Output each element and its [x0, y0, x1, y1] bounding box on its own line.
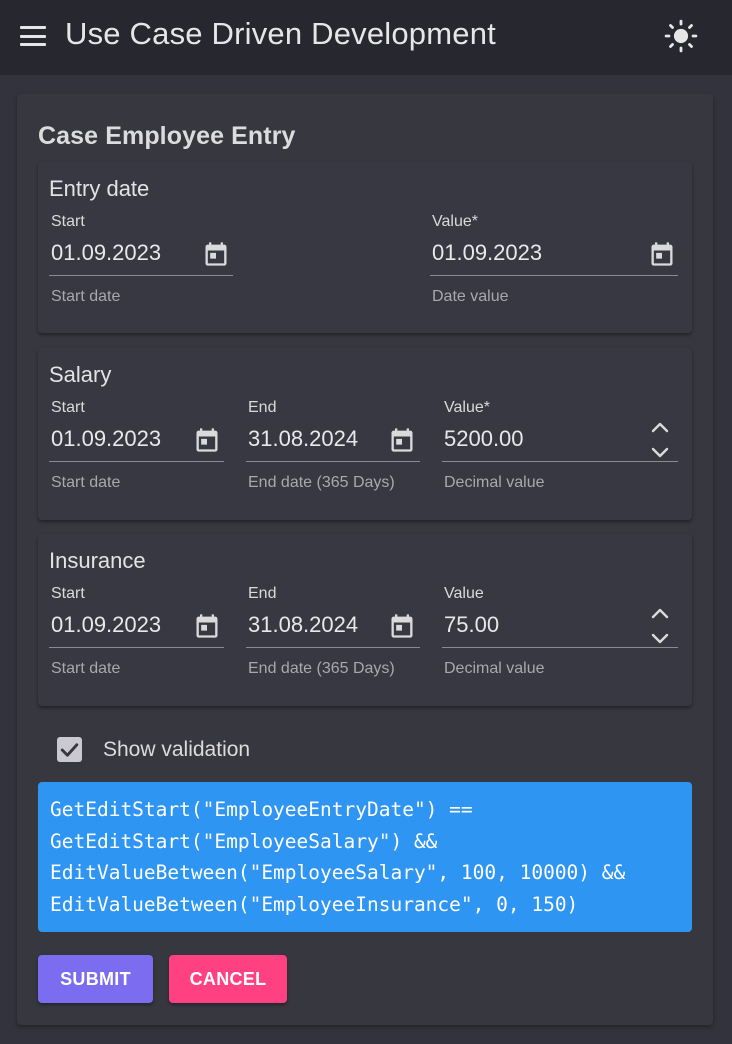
calendar-icon[interactable]: [388, 426, 416, 454]
calendar-icon[interactable]: [193, 426, 221, 454]
field-helper: Date value: [432, 288, 509, 305]
app-title: Use Case Driven Development: [65, 16, 496, 51]
insurance-value-field[interactable]: Value 75.00 Decimal value: [442, 585, 678, 685]
insurance-end-field[interactable]: End 31.08.2024 End date (365 Days): [246, 585, 420, 685]
field-value[interactable]: 31.08.2024: [248, 426, 358, 452]
cancel-button[interactable]: CANCEL: [169, 955, 287, 1003]
field-value[interactable]: 01.09.2023: [51, 612, 161, 638]
code-line: EditValueBetween("EmployeeInsurance", 0,…: [50, 892, 579, 916]
menu-icon[interactable]: [18, 22, 48, 50]
field-helper: Start date: [51, 288, 121, 305]
validation-expression-box: GetEditStart("EmployeeEntryDate") == Get…: [38, 782, 692, 932]
field-underline: [430, 275, 678, 276]
field-value[interactable]: 75.00: [444, 612, 499, 638]
code-line: EditValueBetween("EmployeeSalary", 100, …: [50, 861, 626, 884]
calendar-icon[interactable]: [202, 240, 230, 268]
section-title: Insurance: [49, 548, 146, 573]
calendar-icon[interactable]: [388, 612, 416, 640]
app-bar: Use Case Driven Development: [0, 0, 732, 75]
field-helper: Decimal value: [444, 474, 545, 491]
entry-date-value-field[interactable]: Value* 01.09.2023 Date value: [430, 213, 678, 313]
field-underline: [49, 461, 224, 462]
field-value[interactable]: 31.08.2024: [248, 612, 358, 638]
salary-start-field[interactable]: Start 01.09.2023 Start date: [49, 399, 224, 499]
show-validation-checkbox[interactable]: [57, 737, 82, 762]
field-value[interactable]: 5200.00: [444, 426, 524, 452]
calendar-icon[interactable]: [648, 240, 676, 268]
show-validation-label[interactable]: Show validation: [103, 738, 250, 762]
field-underline: [49, 275, 233, 276]
section-salary: Salary Start 01.09.2023 Start date End 3…: [38, 348, 692, 520]
section-title: Entry date: [49, 176, 150, 201]
field-label: Value: [444, 585, 484, 602]
form-title: Case Employee Entry: [38, 122, 296, 150]
case-form-card: Case Employee Entry Entry date Start 01.…: [17, 94, 713, 1025]
field-helper: End date (365 Days): [248, 660, 395, 677]
section-title: Salary: [49, 362, 112, 387]
insurance-start-field[interactable]: Start 01.09.2023 Start date: [49, 585, 224, 685]
field-helper: Start date: [51, 474, 121, 491]
section-entry-date: Entry date Start 01.09.2023 Start date V…: [38, 162, 692, 333]
spinner-arrows-icon[interactable]: [648, 606, 672, 646]
field-helper: End date (365 Days): [248, 474, 395, 491]
field-label: Start: [51, 213, 85, 230]
field-value[interactable]: 01.09.2023: [432, 240, 542, 266]
field-label: End: [248, 399, 277, 416]
sun-icon[interactable]: [664, 19, 698, 53]
field-label: Value*: [432, 213, 478, 230]
field-value[interactable]: 01.09.2023: [51, 426, 161, 452]
submit-button[interactable]: SUBMIT: [38, 955, 153, 1003]
field-underline: [246, 461, 420, 462]
field-label: Start: [51, 399, 85, 416]
entry-date-start-field[interactable]: Start 01.09.2023 Start date: [49, 213, 233, 313]
code-line: GetEditStart("EmployeeEntryDate") ==: [50, 798, 473, 821]
field-underline: [442, 647, 678, 648]
salary-value-field[interactable]: Value* 5200.00 Decimal value: [442, 399, 678, 499]
field-underline: [442, 461, 678, 462]
calendar-icon[interactable]: [193, 612, 221, 640]
spinner-arrows-icon[interactable]: [648, 420, 672, 460]
checkmark-icon: [60, 743, 79, 757]
field-underline: [49, 647, 224, 648]
field-helper: Decimal value: [444, 660, 545, 677]
field-helper: Start date: [51, 660, 121, 677]
field-underline: [246, 647, 420, 648]
field-label: Value*: [444, 399, 490, 416]
code-line: GetEditStart("EmployeeSalary") &&: [50, 829, 438, 853]
field-label: Start: [51, 585, 85, 602]
field-label: End: [248, 585, 277, 602]
field-value[interactable]: 01.09.2023: [51, 240, 161, 266]
section-insurance: Insurance Start 01.09.2023 Start date En…: [38, 534, 692, 706]
salary-end-field[interactable]: End 31.08.2024 End date (365 Days): [246, 399, 420, 499]
